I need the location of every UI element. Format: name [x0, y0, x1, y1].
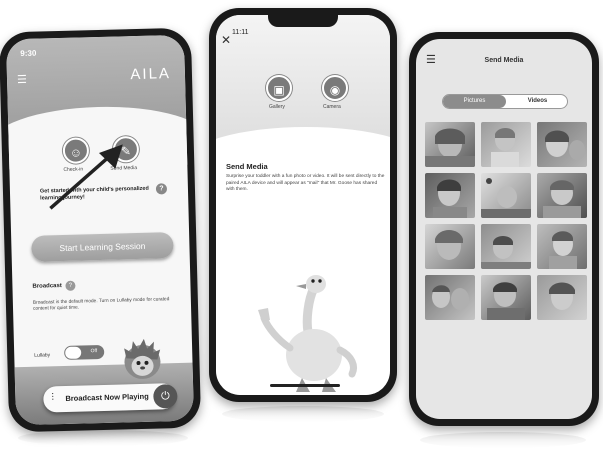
help-icon[interactable]: ?	[65, 280, 76, 291]
broadcast-description: Broadcast is the default mode. Turn on L…	[32, 297, 170, 313]
status-time: 11:11	[232, 29, 249, 36]
help-icon[interactable]: ?	[155, 183, 168, 195]
phone-notch	[268, 15, 338, 27]
screen-title: Send Media	[484, 57, 524, 64]
lullaby-label: Lullaby	[34, 352, 51, 359]
start-learning-session-button[interactable]: Start Learning Session	[31, 232, 174, 262]
photo-thumbnail[interactable]	[537, 122, 587, 167]
toggle-state-label: Off	[90, 348, 98, 355]
gallery-label: Gallery	[269, 104, 285, 110]
photo-thumbnail[interactable]	[425, 224, 475, 269]
photo-thumbnail[interactable]	[481, 275, 531, 320]
goose-character	[258, 275, 357, 392]
pointer-arrow-icon	[49, 144, 123, 210]
phone-send-media-intro: 11:11 ✕ ▣ Gallery ◉ Camera Send Media Su…	[209, 8, 397, 402]
photo-thumbnail[interactable]	[481, 122, 531, 167]
broadcast-now-playing-bar[interactable]: ⫶ Broadcast Now Playing ⏻	[43, 383, 178, 413]
phone-reflection	[18, 430, 188, 446]
send-media-intro-screen: 11:11 ✕ ▣ Gallery ◉ Camera Send Media Su…	[216, 15, 390, 395]
aila-logo: AILA	[130, 65, 172, 84]
media-gallery-screen: ☰ Send Media Pictures Videos	[416, 39, 592, 419]
toggle-knob	[65, 346, 82, 359]
photo-thumbnail[interactable]	[425, 173, 475, 218]
camera-label: Camera	[323, 104, 341, 110]
phone-media-gallery: ☰ Send Media Pictures Videos	[409, 32, 599, 426]
gallery-icon[interactable]: ▣	[266, 75, 292, 101]
photo-thumbnail[interactable]	[425, 275, 475, 320]
hedgehog-character	[124, 338, 161, 379]
photo-thumbnail[interactable]	[481, 173, 531, 218]
photo-thumbnail[interactable]	[481, 224, 531, 269]
broadcast-heading: Broadcast	[32, 283, 62, 290]
photo-thumbnail[interactable]	[537, 173, 587, 218]
tab-videos[interactable]: Videos	[506, 95, 569, 108]
intro-text: Get started with your child's personaliz…	[39, 185, 149, 202]
lullaby-toggle[interactable]: Off	[64, 344, 105, 360]
phone-reflection	[222, 406, 384, 422]
send-media-title: Send Media	[226, 162, 268, 171]
home-indicator	[270, 384, 340, 387]
phone-home-screen: 9:30 ☰ AILA ☺ Check-in ✎ Send Media Get …	[0, 27, 202, 433]
phone-reflection	[420, 432, 586, 448]
tab-pictures[interactable]: Pictures	[443, 95, 506, 108]
media-type-tabs: Pictures Videos	[442, 94, 568, 109]
home-screen: 9:30 ☰ AILA ☺ Check-in ✎ Send Media Get …	[5, 34, 195, 426]
camera-icon[interactable]: ◉	[322, 75, 348, 101]
status-time: 9:30	[20, 48, 37, 59]
hamburger-icon[interactable]: ☰	[17, 73, 27, 86]
send-media-description: Surprise your toddler with a fun photo o…	[226, 174, 385, 193]
audio-wave-icon: ⫶	[51, 392, 55, 404]
photo-thumbnail[interactable]	[425, 122, 475, 167]
photo-thumbnail[interactable]	[537, 224, 587, 269]
photo-thumbnail[interactable]	[537, 275, 587, 320]
close-icon[interactable]: ✕	[221, 33, 231, 47]
broadcast-now-playing-label: Broadcast Now Playing	[65, 391, 149, 403]
